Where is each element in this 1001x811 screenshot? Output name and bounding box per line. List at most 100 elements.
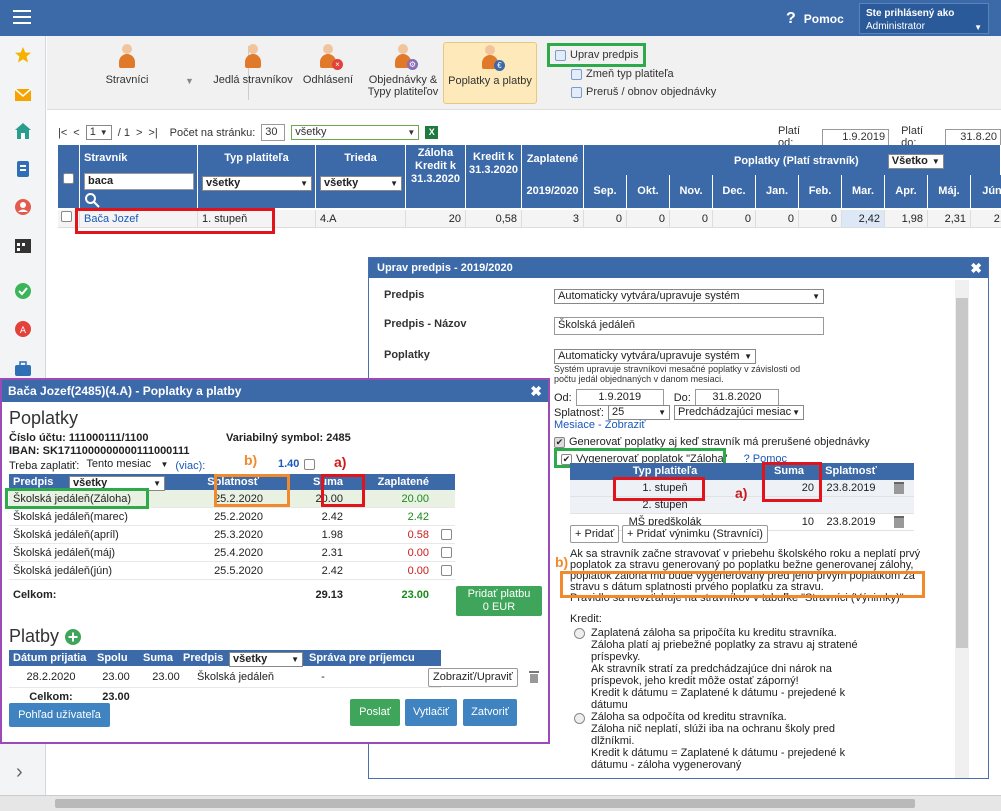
- add-button[interactable]: + Pridať: [570, 525, 620, 543]
- chevron-down-icon: ▼: [153, 479, 161, 488]
- stravnik-filter-input[interactable]: baca: [84, 173, 194, 190]
- col-trieda[interactable]: Trieda všetky ▼: [316, 145, 406, 208]
- valid-to-input[interactable]: 31.8.20: [944, 128, 1001, 146]
- payment-predpis-select[interactable]: všetky ▼: [229, 652, 303, 667]
- table-cell: 2,42: [842, 210, 885, 228]
- splatnost-select[interactable]: 25 ▼: [608, 405, 670, 420]
- page-select[interactable]: 1 ▼: [85, 125, 112, 140]
- do-input[interactable]: 31.8.2020: [694, 389, 779, 406]
- add-exception-button[interactable]: + Pridať výnimku (Stravníci): [622, 525, 768, 543]
- calendar-icon[interactable]: [14, 236, 32, 254]
- dialog-scrollbar[interactable]: [955, 280, 969, 778]
- first-page-button[interactable]: |<: [58, 127, 67, 139]
- col-month[interactable]: Máj.: [928, 175, 971, 208]
- person-settings-icon: ⚙: [390, 44, 418, 70]
- close-icon[interactable]: ✖: [530, 380, 542, 402]
- kredit-option-2-text: Záloha sa odpočíta od kreditu stravníka.…: [591, 711, 846, 771]
- change-payer-type-action[interactable]: Zmeň typ platiteľa: [571, 66, 674, 82]
- toolbar-odhlaseni[interactable]: × Odhlásení: [301, 44, 355, 102]
- col-zaplatene[interactable]: Zaplatené 2019/2020: [522, 145, 584, 208]
- valid-from-input[interactable]: 1.9.2019: [821, 128, 890, 146]
- poplatky-mode-select[interactable]: Automaticky vytvára/upravuje systém ▼: [554, 349, 756, 364]
- home-icon[interactable]: [14, 122, 32, 140]
- search-icon[interactable]: [84, 192, 100, 208]
- send-button[interactable]: Poslať: [350, 699, 400, 726]
- trieda-filter-select[interactable]: všetky ▼: [320, 176, 402, 191]
- refresh-icon: [555, 49, 566, 61]
- predpis-select[interactable]: Automaticky vytvára/upravuje systém ▼: [554, 289, 824, 304]
- user-menu[interactable]: Ste prihlásený ako Administrator ▼: [859, 3, 989, 34]
- col-month[interactable]: Sep.: [584, 175, 627, 208]
- gen-prerusene-checkbox[interactable]: ✔: [554, 436, 565, 448]
- col-month[interactable]: Dec.: [713, 175, 756, 208]
- row-checkbox[interactable]: [441, 565, 452, 576]
- col-month[interactable]: Feb.: [799, 175, 842, 208]
- chevron-down-icon: ▼: [931, 157, 940, 166]
- close-button[interactable]: Zatvoriť: [463, 699, 517, 726]
- briefcase-icon[interactable]: [14, 360, 32, 378]
- col-month[interactable]: Jún: [971, 175, 1001, 208]
- col-typ[interactable]: Typ platiteľa všetky ▼: [198, 145, 316, 208]
- star-icon[interactable]: [14, 46, 32, 64]
- help-link[interactable]: ? Pomoc: [786, 10, 844, 28]
- col-kredit[interactable]: Kredit k 31.3.2020: [466, 145, 522, 208]
- kredit-option-2-radio[interactable]: [574, 712, 585, 724]
- toolbar-jedla[interactable]: Jedlá stravníkov: [213, 44, 293, 102]
- user-icon[interactable]: [14, 198, 32, 216]
- kredit-option-1-radio[interactable]: [574, 627, 585, 639]
- row-checkbox[interactable]: [61, 211, 72, 222]
- col-stravnik[interactable]: Stravník baca: [80, 145, 198, 208]
- prev-page-button[interactable]: <: [73, 127, 79, 139]
- discount-icon[interactable]: A: [14, 320, 32, 338]
- add-payment-button[interactable]: Pridať platbu 0 EUR: [456, 586, 542, 616]
- print-button[interactable]: Vytlačiť: [405, 699, 457, 726]
- predpis-name-input[interactable]: Školská jedáleň: [554, 317, 824, 335]
- menu-icon[interactable]: [13, 10, 31, 24]
- edit-predpis-action[interactable]: Uprav predpis: [547, 43, 647, 67]
- col-month[interactable]: Mar.: [842, 175, 885, 208]
- viac-link[interactable]: (viac):: [175, 460, 205, 472]
- select-all-checkbox[interactable]: [63, 173, 74, 184]
- col-month[interactable]: Nov.: [670, 175, 713, 208]
- chevron-down-icon: ▼: [407, 128, 416, 137]
- add-payment-icon[interactable]: [65, 628, 82, 645]
- filter-select[interactable]: všetky ▼: [291, 125, 420, 140]
- row-checkbox[interactable]: [441, 529, 452, 540]
- poplatky-filter-select[interactable]: Všetko ▼: [887, 154, 944, 169]
- treba-select[interactable]: Tento mesiac ▼: [83, 458, 172, 473]
- show-edit-button[interactable]: Zobraziť/Upraviť: [428, 668, 518, 687]
- toolbar-poplatky[interactable]: € Poplatky a platby: [443, 42, 537, 104]
- check-icon[interactable]: [14, 282, 32, 300]
- horizontal-scrollbar[interactable]: [0, 795, 1001, 811]
- row-checkbox[interactable]: [441, 547, 452, 558]
- chevron-down-icon[interactable]: ▼: [185, 76, 194, 86]
- col-month[interactable]: Okt.: [627, 175, 670, 208]
- close-icon[interactable]: ✖: [970, 258, 982, 278]
- last-page-button[interactable]: >|: [148, 127, 157, 139]
- payments-table-header: Dátum prijatia Spolu Suma Predpis všetky ▼ Spr…: [9, 650, 441, 667]
- next-page-button[interactable]: >: [136, 127, 142, 139]
- list-icon[interactable]: [14, 160, 32, 178]
- col-zaloha[interactable]: Záloha Kredit k 31.3.2020: [406, 145, 466, 208]
- expand-sidebar-icon[interactable]: ›: [16, 761, 23, 784]
- toolbar-stravnici[interactable]: Stravníci: [87, 44, 167, 102]
- chevron-down-icon: ▼: [974, 23, 982, 32]
- highlight-suma: [321, 474, 365, 507]
- mesiace-link[interactable]: Mesiace - Zobraziť: [554, 419, 646, 431]
- excel-export-icon[interactable]: X: [425, 126, 439, 139]
- col-poplatky[interactable]: Poplatky (Platí stravník) Všetko ▼: [584, 145, 1001, 175]
- amount-checkbox[interactable]: [304, 459, 315, 470]
- col-month[interactable]: Apr.: [885, 175, 928, 208]
- col-month[interactable]: Jan.: [756, 175, 799, 208]
- od-input[interactable]: 1.9.2019: [575, 389, 664, 406]
- trash-icon[interactable]: [894, 482, 904, 494]
- toolbar-objednavky[interactable]: ⚙ Objednávky & Typy platiteľov: [365, 44, 441, 102]
- typ-filter-select[interactable]: všetky ▼: [202, 176, 312, 191]
- splatnost-mode-select[interactable]: Predchádzajúci mesiac ▼: [674, 405, 804, 420]
- trash-icon[interactable]: [894, 516, 904, 528]
- user-view-button[interactable]: Pohľad užívateľa: [9, 703, 110, 727]
- mail-icon[interactable]: [14, 86, 32, 104]
- pause-orders-action[interactable]: Preruš / obnov objednávky: [571, 84, 716, 100]
- trash-icon[interactable]: [528, 669, 540, 683]
- per-page-input[interactable]: 30: [261, 124, 286, 141]
